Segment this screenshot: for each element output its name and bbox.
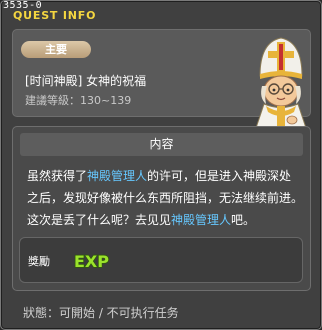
quest-status: 狀態：可開始 / 不可执行任务 — [23, 306, 179, 320]
quest-type-badge: 主要 — [21, 41, 91, 58]
exp-icon: EXP — [73, 251, 110, 271]
description-text-3: 吧。 — [231, 213, 256, 227]
exp-icon-text: EXP — [74, 252, 109, 271]
description-text-1: 虽然获得了 — [27, 169, 88, 183]
quest-info-window: 3535-0 QUEST INFO 主要 [时间神殿] 女神的祝福 建議等級：1… — [0, 0, 322, 330]
npc-link: 神殿管理人 — [87, 169, 148, 183]
quest-description: 虽然获得了神殿管理人的许可，但是进入神殿深处之后，发现好像被什么东西所阻挡，无法… — [27, 165, 303, 231]
npc-portrait-icon — [253, 37, 309, 135]
reward-label: 獎勵 — [28, 255, 50, 268]
window-title: QUEST INFO — [13, 9, 97, 22]
reward-box: 獎勵 EXP — [19, 237, 303, 283]
recommended-level: 建議等級：130~139 — [25, 94, 132, 107]
npc-link: 神殿管理人 — [171, 213, 232, 227]
quest-header-panel: 主要 [时间神殿] 女神的祝福 建議等級：130~139 — [12, 29, 311, 135]
quest-title: [时间神殿] 女神的祝福 — [25, 74, 147, 88]
quest-content-panel: 内容 虽然获得了神殿管理人的许可，但是进入神殿深处之后，发现好像被什么东西所阻挡… — [12, 126, 311, 291]
content-header: 内容 — [20, 133, 303, 156]
